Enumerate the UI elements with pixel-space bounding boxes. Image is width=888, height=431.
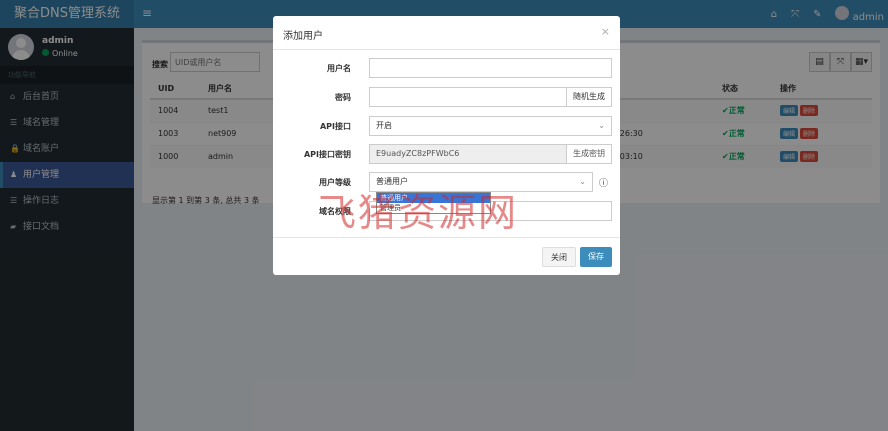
- random-generate-button[interactable]: 随机生成: [566, 88, 611, 106]
- info-icon[interactable]: ⓘ: [599, 176, 608, 189]
- password-field[interactable]: 随机生成: [369, 87, 612, 107]
- modal-title: 添加用户: [283, 31, 323, 42]
- api-select[interactable]: 开启 ⌄: [369, 116, 612, 136]
- username-label: 用户名: [327, 64, 351, 73]
- close-icon[interactable]: ×: [601, 25, 610, 38]
- api-label: API接口: [319, 122, 351, 131]
- form-row-api: API接口 开启 ⌄: [273, 116, 620, 136]
- apikey-field[interactable]: E9uadyZC8zPFWbC6 生成密钥: [369, 144, 612, 164]
- username-field[interactable]: [369, 58, 612, 78]
- form-row-password: 密码 随机生成: [273, 87, 620, 107]
- close-button[interactable]: 关闭: [542, 247, 576, 267]
- form-row-apikey: API接口密钥 E9uadyZC8zPFWbC6 生成密钥: [273, 144, 620, 164]
- divider: [273, 237, 620, 238]
- apikey-label: API接口密钥: [303, 150, 351, 159]
- chevron-down-icon: ⌄: [579, 177, 586, 186]
- watermark: 飞猪资源网: [318, 191, 519, 235]
- form-row-username: 用户名: [273, 58, 620, 78]
- generate-key-button[interactable]: 生成密钥: [566, 145, 611, 163]
- divider: [273, 49, 620, 50]
- password-label: 密码: [335, 93, 351, 102]
- chevron-down-icon: ⌄: [598, 121, 605, 130]
- save-button[interactable]: 保存: [580, 247, 612, 267]
